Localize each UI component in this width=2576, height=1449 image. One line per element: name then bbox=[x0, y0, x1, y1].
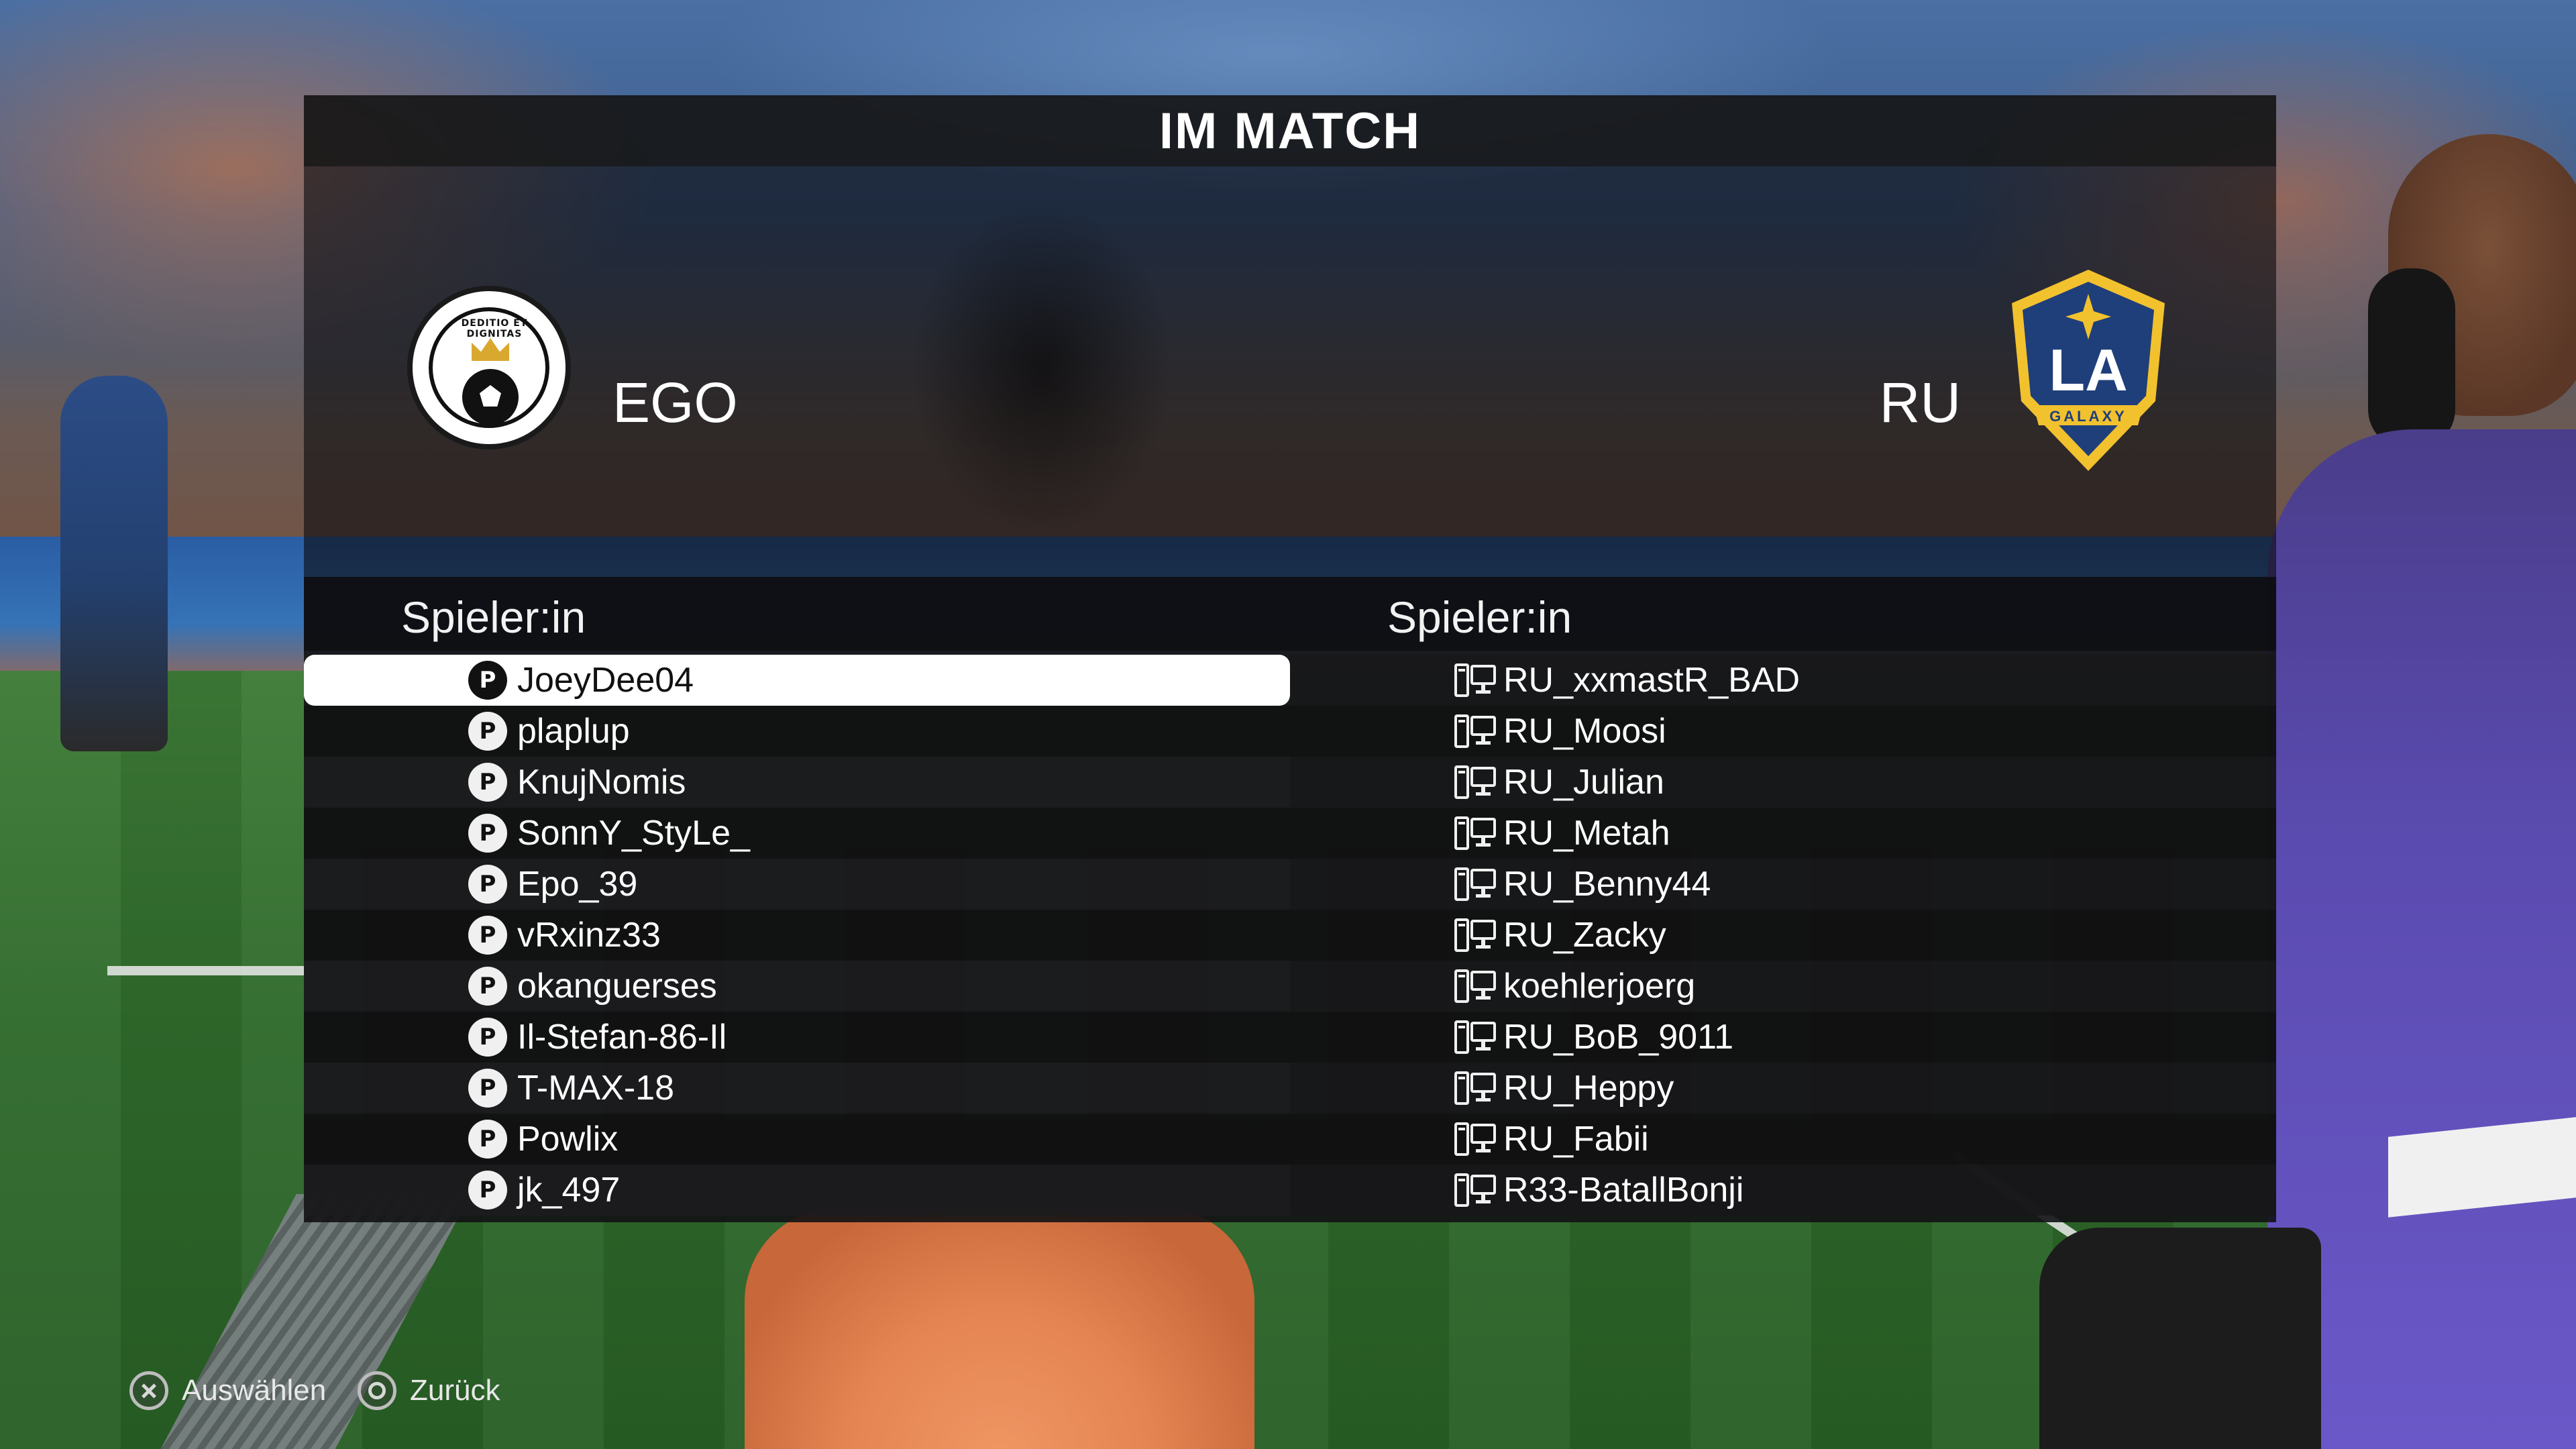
player-row[interactable]: RU_Benny44 bbox=[1290, 859, 2276, 910]
back-hint[interactable]: Zurück bbox=[358, 1371, 500, 1410]
player-name: RU_Fabii bbox=[1503, 1120, 1649, 1159]
player-row[interactable]: R33-BatallBonji bbox=[1290, 1165, 2276, 1216]
home-list-header: Spieler:in bbox=[304, 577, 1290, 651]
title-bar: IM MATCH bbox=[304, 95, 2276, 166]
player-figure bbox=[745, 1208, 1254, 1449]
pc-icon bbox=[1454, 714, 1496, 748]
player-row[interactable]: RU_Zacky bbox=[1290, 910, 2276, 961]
player-name: RU_BoB_9011 bbox=[1503, 1018, 1734, 1057]
cross-button-icon bbox=[129, 1371, 168, 1410]
select-hint[interactable]: Auswählen bbox=[129, 1371, 326, 1410]
football-icon bbox=[462, 369, 519, 425]
pc-icon bbox=[1454, 867, 1496, 901]
player-name: RU_Benny44 bbox=[1503, 865, 1711, 904]
headphone-icon bbox=[2368, 268, 2455, 449]
playstation-icon bbox=[468, 967, 507, 1006]
player-row[interactable]: Il-Stefan-86-Il bbox=[304, 1012, 1290, 1063]
deditio-et-dignitas-crest-icon: DEDITIO ET DIGNITAS bbox=[407, 286, 571, 449]
player-name: JoeyDee04 bbox=[517, 661, 694, 700]
player-row[interactable]: plaplup bbox=[304, 706, 1290, 757]
pc-icon bbox=[1454, 1020, 1496, 1054]
home-player-list: Spieler:in JoeyDee04 plaplup KnujNomis Sonn… bbox=[304, 577, 1290, 1222]
circle-button-icon bbox=[358, 1371, 396, 1410]
player-row[interactable]: SonnY_StyLe_ bbox=[304, 808, 1290, 859]
playstation-icon bbox=[468, 712, 507, 751]
player-row[interactable]: KnujNomis bbox=[304, 757, 1290, 808]
player-row[interactable]: Epo_39 bbox=[304, 859, 1290, 910]
player-row[interactable]: JoeyDee04 bbox=[304, 655, 1290, 706]
pc-icon bbox=[1454, 1071, 1496, 1105]
away-list-header-label: Spieler:in bbox=[1387, 592, 1572, 642]
player-name: koehlerjoerg bbox=[1503, 967, 1696, 1006]
playstation-icon bbox=[468, 661, 507, 700]
la-galaxy-crest-icon: LA GALAXY bbox=[2012, 270, 2165, 471]
home-player-rows: JoeyDee04 plaplup KnujNomis SonnY_StyLe_ Epo… bbox=[304, 655, 1290, 1216]
touchline bbox=[107, 966, 309, 975]
player-name: RU_Heppy bbox=[1503, 1069, 1674, 1108]
playstation-icon bbox=[468, 916, 507, 955]
pc-icon bbox=[1454, 1173, 1496, 1207]
match-lineup-panel: IM MATCH DEDITIO ET DIGNITAS EGO RU LA G… bbox=[304, 95, 2276, 1222]
player-name: vRxinz33 bbox=[517, 916, 661, 955]
away-team-name: RU bbox=[1879, 371, 1961, 434]
player-name: plaplup bbox=[517, 712, 630, 751]
player-row[interactable]: RU_Fabii bbox=[1290, 1114, 2276, 1165]
crest-text: LA bbox=[2049, 337, 2127, 403]
pc-icon bbox=[1454, 969, 1496, 1003]
away-player-rows: RU_xxmastR_BAD RU_Moosi RU_Julian RU_Metah R… bbox=[1290, 655, 2276, 1216]
pc-icon bbox=[1454, 1122, 1496, 1156]
playstation-icon bbox=[468, 1171, 507, 1210]
bystander-figure bbox=[60, 376, 168, 751]
player-name: SonnY_StyLe_ bbox=[517, 814, 750, 853]
player-name: RU_Metah bbox=[1503, 814, 1670, 853]
player-name: RU_Zacky bbox=[1503, 916, 1666, 955]
player-row[interactable]: RU_xxmastR_BAD bbox=[1290, 655, 2276, 706]
player-row[interactable]: RU_Metah bbox=[1290, 808, 2276, 859]
camera-icon bbox=[2039, 1228, 2321, 1449]
player-row[interactable]: RU_BoB_9011 bbox=[1290, 1012, 2276, 1063]
player-row[interactable]: vRxinz33 bbox=[304, 910, 1290, 961]
player-name: Epo_39 bbox=[517, 865, 638, 904]
playstation-icon bbox=[468, 1069, 507, 1108]
player-lists: Spieler:in JoeyDee04 plaplup KnujNomis Sonn… bbox=[304, 577, 2276, 1222]
pc-icon bbox=[1454, 918, 1496, 952]
home-team-name: EGO bbox=[612, 371, 738, 434]
player-row[interactable]: RU_Moosi bbox=[1290, 706, 2276, 757]
player-row[interactable]: RU_Heppy bbox=[1290, 1063, 2276, 1114]
page-title: IM MATCH bbox=[1159, 102, 1421, 160]
select-hint-label: Auswählen bbox=[182, 1374, 327, 1407]
crest-text: DEDITIO ET DIGNITAS bbox=[461, 318, 528, 339]
player-row[interactable]: koehlerjoerg bbox=[1290, 961, 2276, 1012]
playstation-icon bbox=[468, 814, 507, 853]
player-silhouette bbox=[867, 166, 1216, 577]
back-hint-label: Zurück bbox=[410, 1374, 500, 1407]
player-name: RU_xxmastR_BAD bbox=[1503, 661, 1801, 700]
player-row[interactable]: RU_Julian bbox=[1290, 757, 2276, 808]
pc-icon bbox=[1454, 816, 1496, 850]
away-player-list: Spieler:in RU_xxmastR_BAD RU_Moosi RU_Juli… bbox=[1290, 577, 2276, 1222]
player-name: KnujNomis bbox=[517, 763, 686, 802]
player-name: T-MAX-18 bbox=[517, 1069, 675, 1108]
team-header-area: DEDITIO ET DIGNITAS EGO RU LA GALAXY bbox=[304, 166, 2276, 577]
player-name: RU_Moosi bbox=[1503, 712, 1666, 751]
player-name: RU_Julian bbox=[1503, 763, 1664, 802]
playstation-icon bbox=[468, 865, 507, 904]
home-list-header-label: Spieler:in bbox=[401, 592, 586, 642]
player-name: R33-BatallBonji bbox=[1503, 1171, 1744, 1210]
player-name: okanguerses bbox=[517, 967, 717, 1006]
player-row[interactable]: okanguerses bbox=[304, 961, 1290, 1012]
pc-icon bbox=[1454, 765, 1496, 799]
player-row[interactable]: T-MAX-18 bbox=[304, 1063, 1290, 1114]
playstation-icon bbox=[468, 763, 507, 802]
pc-icon bbox=[1454, 663, 1496, 697]
player-name: Il-Stefan-86-Il bbox=[517, 1018, 727, 1057]
playstation-icon bbox=[468, 1018, 507, 1057]
away-list-header: Spieler:in bbox=[1290, 577, 2276, 651]
player-name: Powlix bbox=[517, 1120, 619, 1159]
playstation-icon bbox=[468, 1120, 507, 1159]
player-row[interactable]: jk_497 bbox=[304, 1165, 1290, 1216]
player-name: jk_497 bbox=[517, 1171, 621, 1210]
crest-subtext: GALAXY bbox=[2049, 408, 2127, 425]
player-row[interactable]: Powlix bbox=[304, 1114, 1290, 1165]
